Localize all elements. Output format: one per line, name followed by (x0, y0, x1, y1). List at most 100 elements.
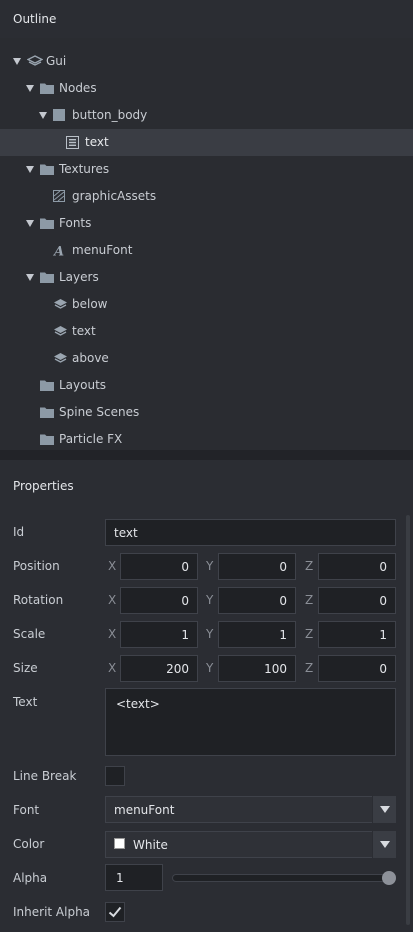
tree-item[interactable]: Layers (0, 264, 413, 291)
expand-arrow-icon[interactable] (26, 85, 34, 92)
color-label: Color (13, 837, 45, 851)
tree-item-label: graphicAssets (72, 189, 157, 203)
box-node-icon (53, 109, 65, 124)
properties-scrollbar[interactable] (406, 515, 410, 925)
position-x-axis-label: X (108, 559, 117, 573)
rotation-y-field[interactable]: 0 (218, 587, 296, 614)
tree-item[interactable]: Particle FX (0, 426, 413, 453)
position-y-axis-label: Y (206, 559, 214, 573)
size-y-field[interactable]: 100 (218, 655, 296, 682)
folder-icon (40, 82, 54, 97)
size-y-axis-label: Y (206, 661, 214, 675)
tree-item-label: Textures (59, 162, 110, 176)
tree-item[interactable]: Spine Scenes (0, 399, 413, 426)
folder-icon (40, 271, 54, 286)
color-swatch (114, 838, 125, 849)
tree-item[interactable]: below (0, 291, 413, 318)
tree-item-label: below (72, 297, 108, 311)
tree-item-label: Spine Scenes (59, 405, 140, 419)
text-node-icon (66, 136, 79, 152)
rotation-x-axis-label: X (108, 593, 117, 607)
svg-text:A: A (53, 245, 64, 258)
tree-item[interactable]: Nodes (0, 75, 413, 102)
position-y-field[interactable]: 0 (218, 553, 296, 580)
scale-z-axis-label: Z (305, 627, 314, 641)
position-label: Position (13, 559, 60, 573)
text-label: Text (13, 695, 38, 709)
checkmark-icon (108, 906, 122, 918)
expand-arrow-icon[interactable] (26, 220, 34, 227)
properties-panel-title: Properties (13, 479, 74, 493)
alpha-slider-track[interactable] (172, 874, 396, 882)
tree-item-label: Layouts (59, 378, 107, 392)
tree-item-label: Particle FX (59, 432, 123, 446)
layer-icon (53, 298, 68, 313)
text-area[interactable]: <text> (105, 688, 396, 756)
scale-label: Scale (13, 627, 46, 641)
tree-item[interactable]: button_body (0, 102, 413, 129)
tree-item[interactable]: AmenuFont (0, 237, 413, 264)
font-select[interactable]: menuFont (105, 796, 373, 823)
size-x-axis-label: X (108, 661, 117, 675)
size-z-field[interactable]: 0 (318, 655, 396, 682)
folder-icon (40, 379, 54, 394)
size-x-field[interactable]: 200 (120, 655, 198, 682)
size-z-axis-label: Z (305, 661, 314, 675)
tree-item[interactable]: Layouts (0, 372, 413, 399)
color-dropdown-chevron-icon[interactable] (372, 831, 396, 858)
tree-item[interactable]: graphicAssets (0, 183, 413, 210)
folder-icon (40, 433, 54, 448)
layer-icon (53, 352, 68, 367)
properties-panel: Id text Position X 0 Y 0 Z 0 Rotation X … (0, 505, 413, 932)
outline-panel-title: Outline (13, 12, 57, 26)
font-dropdown-chevron-icon[interactable] (372, 796, 396, 823)
rotation-label: Rotation (13, 593, 64, 607)
line-break-checkbox[interactable] (105, 766, 125, 786)
tree-item-label: button_body (72, 108, 148, 122)
tree-item-label: text (85, 135, 109, 149)
expand-arrow-icon[interactable] (26, 166, 34, 173)
expand-arrow-icon[interactable] (26, 274, 34, 281)
tree-item[interactable]: text (0, 129, 413, 156)
tree-item-label: Gui (46, 54, 67, 68)
inherit-alpha-checkbox[interactable] (105, 902, 125, 922)
tree-item-label: above (72, 351, 109, 365)
font-label: Font (13, 803, 40, 817)
tree-item[interactable]: text (0, 318, 413, 345)
texture-atlas-icon (53, 190, 65, 205)
tree-item-label: Fonts (59, 216, 92, 230)
rotation-y-axis-label: Y (206, 593, 214, 607)
font-icon: A (52, 244, 66, 260)
id-field[interactable]: text (105, 519, 396, 546)
tree-item[interactable]: Gui (0, 48, 413, 75)
alpha-field[interactable]: 1 (105, 864, 163, 891)
alpha-slider-thumb[interactable] (382, 871, 396, 885)
panel-divider[interactable] (0, 450, 413, 460)
tree-item-label: text (72, 324, 96, 338)
tree-item[interactable]: Fonts (0, 210, 413, 237)
tree-item[interactable]: Textures (0, 156, 413, 183)
folder-icon (40, 217, 54, 232)
position-x-field[interactable]: 0 (120, 553, 198, 580)
expand-arrow-icon[interactable] (39, 112, 47, 119)
color-select[interactable]: White (105, 831, 373, 858)
tree-item-label: Nodes (59, 81, 97, 95)
inherit-alpha-label: Inherit Alpha (13, 905, 91, 919)
rotation-z-axis-label: Z (305, 593, 314, 607)
scale-y-field[interactable]: 1 (218, 621, 296, 648)
scale-y-axis-label: Y (206, 627, 214, 641)
rotation-x-field[interactable]: 0 (120, 587, 198, 614)
id-label: Id (13, 525, 25, 539)
folder-icon (40, 406, 54, 421)
scale-z-field[interactable]: 1 (318, 621, 396, 648)
alpha-label: Alpha (13, 871, 48, 885)
scale-x-field[interactable]: 1 (120, 621, 198, 648)
outline-tree: Gui Nodes button_bodytext Textures graphicAs… (0, 38, 413, 450)
folder-icon (40, 163, 54, 178)
color-value: White (133, 838, 168, 852)
tree-item[interactable]: above (0, 345, 413, 372)
position-z-field[interactable]: 0 (318, 553, 396, 580)
rotation-z-field[interactable]: 0 (318, 587, 396, 614)
expand-arrow-icon[interactable] (13, 58, 21, 65)
tree-item-label: Layers (59, 270, 99, 284)
